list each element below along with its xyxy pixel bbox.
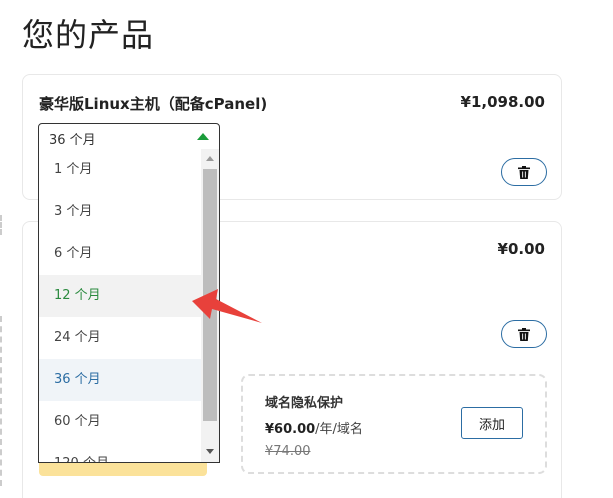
addon-price-unit: /年/域名 [315, 422, 363, 437]
product-price: ¥0.00 [497, 240, 545, 258]
delete-product-button[interactable] [501, 158, 547, 186]
trash-icon [518, 165, 530, 179]
term-option-selected[interactable]: 36 个月 [39, 359, 202, 401]
term-option[interactable]: 1 个月 [39, 149, 202, 191]
page-title: 您的产品 [22, 16, 155, 54]
scroll-up-icon[interactable] [206, 156, 214, 161]
term-option[interactable]: 6 个月 [39, 233, 202, 275]
red-arrow-icon [192, 289, 262, 323]
term-option[interactable]: 3 个月 [39, 191, 202, 233]
delete-product-button[interactable] [501, 320, 547, 348]
addon-price-value: ¥60.00 [265, 422, 316, 437]
caret-up-icon [197, 133, 209, 140]
term-option[interactable]: 60 个月 [39, 401, 202, 443]
add-addon-button[interactable]: 添加 [461, 407, 523, 439]
term-select[interactable]: 36 个月 [38, 123, 220, 150]
term-select-value: 36 个月 [49, 133, 96, 148]
left-dashed-border [0, 316, 4, 486]
term-option[interactable]: 120 个月 [39, 443, 202, 462]
addon-privacy-protection: 域名隐私保护 ¥60.00/年/域名 ¥74.00 添加 [241, 374, 547, 474]
term-option-hovered[interactable]: 12 个月 [39, 275, 202, 317]
addon-old-price: ¥74.00 [265, 444, 311, 459]
addon-price: ¥60.00/年/域名 [265, 418, 363, 437]
left-dashed-border [0, 215, 4, 235]
product-price: ¥1,098.00 [460, 93, 545, 111]
trash-icon [518, 327, 530, 341]
term-option[interactable]: 24 个月 [39, 317, 202, 359]
scroll-down-icon[interactable] [206, 449, 214, 454]
addon-title: 域名隐私保护 [265, 396, 344, 411]
product-name: 豪华版Linux主机（配备cPanel) [39, 95, 268, 113]
